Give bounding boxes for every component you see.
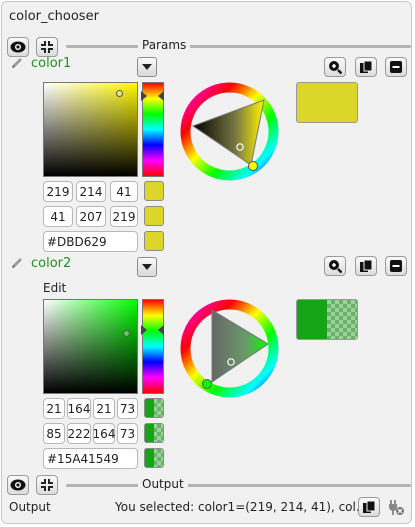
- eye-icon: [10, 479, 26, 491]
- color1-label: color1: [31, 56, 72, 71]
- color2-blue-field[interactable]: 21: [93, 398, 115, 419]
- color1-val-field[interactable]: 219: [110, 206, 138, 227]
- color2-hex-field[interactable]: #15A41549: [43, 448, 138, 469]
- output-collapse-button[interactable]: [36, 475, 58, 495]
- copy-icon: [360, 259, 373, 272]
- collapse-button[interactable]: [36, 37, 58, 57]
- minus-icon: [390, 260, 402, 272]
- color2-alpha-field[interactable]: 73: [117, 398, 138, 419]
- copy-icon: [360, 60, 373, 73]
- triangle-down-icon: [142, 264, 152, 270]
- collapse-arrows-icon: [41, 479, 53, 491]
- color2-edit-label: Edit: [43, 281, 67, 295]
- color1-preview-swatch: [296, 82, 358, 123]
- color2-copy-button[interactable]: [355, 256, 377, 276]
- color1-hex-swatch: [144, 231, 164, 251]
- color1-hue-marker-right[interactable]: [158, 91, 164, 101]
- color1-saturation-value-picker[interactable]: [43, 82, 138, 177]
- color2-hue-field[interactable]: 85: [43, 423, 65, 444]
- color2-hue-marker-right[interactable]: [158, 325, 164, 335]
- transparency-checker: [327, 300, 357, 339]
- color1-sv-knob[interactable]: [116, 90, 123, 97]
- color2-remove-button[interactable]: [385, 256, 407, 276]
- color2-green-field[interactable]: 164: [67, 398, 91, 419]
- params-separator: [66, 45, 411, 48]
- zoom-in-icon: [329, 260, 342, 273]
- collapse-arrows-icon: [41, 41, 53, 53]
- zoom-in-icon: [329, 61, 342, 74]
- color2-dropdown-button[interactable]: [137, 257, 157, 277]
- output-visibility-button[interactable]: [7, 475, 29, 495]
- color2-rgba-swatch: [144, 398, 164, 418]
- color2-saturation-value-picker[interactable]: [43, 299, 138, 394]
- color2-zoom-button[interactable]: [324, 256, 346, 276]
- color1-remove-button[interactable]: [385, 57, 407, 77]
- color2-val-field[interactable]: 164: [93, 423, 115, 444]
- color1-copy-button[interactable]: [355, 57, 377, 77]
- plug-clear-icon[interactable]: [387, 498, 405, 516]
- color1-green-field[interactable]: 214: [76, 181, 106, 202]
- color2-red-field[interactable]: 21: [43, 398, 65, 419]
- color1-hue-marker-left[interactable]: [141, 91, 147, 101]
- triangle-down-icon: [142, 64, 152, 70]
- color2-sat-field[interactable]: 222: [67, 423, 91, 444]
- color1-hue-wheel[interactable]: [179, 81, 280, 182]
- color2-hue-marker-left[interactable]: [141, 325, 147, 335]
- color1-sat-field[interactable]: 207: [76, 206, 106, 227]
- color2-hue-wheel[interactable]: [179, 298, 280, 399]
- output-separator: [66, 484, 411, 487]
- color1-hue-field[interactable]: 41: [43, 206, 73, 227]
- color1-blue-field[interactable]: 41: [110, 181, 138, 202]
- color2-preview-swatch: [296, 299, 358, 340]
- color2-hue-slider[interactable]: [142, 299, 164, 394]
- output-label: Output: [9, 500, 51, 514]
- color1-rgb-swatch: [144, 181, 164, 201]
- output-section-label: Output: [138, 477, 188, 491]
- toggle-visibility-button[interactable]: [7, 37, 29, 57]
- copy-icon: [363, 500, 376, 513]
- params-section-label: Params: [138, 38, 191, 52]
- color1-red-field[interactable]: 219: [43, 181, 73, 202]
- pencil-icon: [12, 58, 22, 68]
- pencil-icon: [12, 258, 22, 268]
- color2-hex-swatch: [144, 448, 164, 468]
- color2-hsva-swatch: [144, 423, 164, 443]
- color1-dropdown-button[interactable]: [137, 57, 157, 77]
- output-text: You selected: color1=(219, 214, 41), col…: [115, 500, 368, 514]
- minus-icon: [390, 61, 402, 73]
- color2-sv-knob[interactable]: [123, 330, 130, 337]
- output-copy-button[interactable]: [358, 497, 380, 517]
- eye-icon: [10, 41, 26, 53]
- color1-hsv-swatch: [144, 206, 164, 226]
- color1-hex-field[interactable]: #DBD629: [43, 231, 138, 252]
- color2-alpha2-field[interactable]: 73: [117, 423, 138, 444]
- color1-zoom-button[interactable]: [324, 57, 346, 77]
- window-title: color_chooser: [9, 9, 99, 24]
- color2-label: color2: [31, 256, 72, 271]
